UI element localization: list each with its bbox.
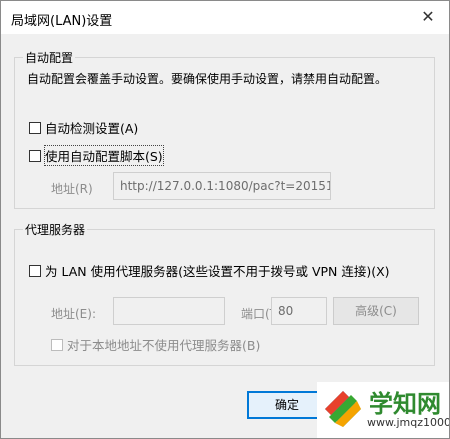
- use-script-label[interactable]: 使用自动配置脚本(S): [44, 145, 164, 166]
- title-bar[interactable]: 局域网(LAN)设置 ✕: [1, 1, 449, 34]
- auto-config-group: 自动配置 自动配置会覆盖手动设置。要确保使用手动设置，请禁用自动配置。 自动检测…: [14, 49, 435, 209]
- lan-settings-dialog: 局域网(LAN)设置 ✕ 自动配置 自动配置会覆盖手动设置。要确保使用手动设置，…: [0, 0, 450, 439]
- use-script-checkbox[interactable]: [29, 149, 41, 162]
- window-title: 局域网(LAN)设置: [11, 14, 113, 29]
- script-address-field[interactable]: http://127.0.0.1:1080/pac?t=201512: [113, 172, 331, 200]
- auto-config-description: 自动配置会覆盖手动设置。要确保使用手动设置，请禁用自动配置。: [27, 72, 388, 86]
- auto-detect-checkbox-row[interactable]: 自动检测设置(A): [29, 118, 138, 137]
- site-watermark: 学知网 www.jmqz1000.com: [317, 382, 449, 438]
- proxy-address-label: 地址(E):: [51, 307, 96, 321]
- proxy-port-field[interactable]: 80: [271, 297, 327, 325]
- use-proxy-checkbox-row[interactable]: 为 LAN 使用代理服务器(这些设置不用于拨号或 VPN 连接)(X): [29, 261, 390, 280]
- bypass-local-checkbox[interactable]: [51, 338, 63, 351]
- auto-detect-label[interactable]: 自动检测设置(A): [45, 118, 138, 137]
- watermark-url: www.jmqz1000.com: [367, 416, 449, 429]
- proxy-server-group: 代理服务器 为 LAN 使用代理服务器(这些设置不用于拨号或 VPN 连接)(X…: [14, 221, 435, 366]
- ok-button[interactable]: 确定: [247, 391, 327, 419]
- proxy-server-group-label: 代理服务器: [23, 221, 88, 238]
- use-proxy-checkbox[interactable]: [29, 264, 41, 277]
- advanced-button[interactable]: 高级(C): [333, 297, 419, 325]
- close-icon[interactable]: ✕: [415, 5, 441, 29]
- bypass-local-label[interactable]: 对于本地地址不使用代理服务器(B): [67, 335, 260, 354]
- auto-config-group-label: 自动配置: [23, 49, 76, 66]
- use-script-checkbox-row[interactable]: 使用自动配置脚本(S): [29, 145, 164, 166]
- bypass-local-checkbox-row[interactable]: 对于本地地址不使用代理服务器(B): [51, 335, 260, 354]
- use-proxy-label[interactable]: 为 LAN 使用代理服务器(这些设置不用于拨号或 VPN 连接)(X): [45, 261, 390, 280]
- proxy-address-field[interactable]: [113, 297, 225, 325]
- watermark-logo-icon: [325, 391, 361, 427]
- script-address-label: 地址(R): [51, 182, 93, 196]
- watermark-title: 学知网: [369, 390, 441, 418]
- auto-detect-checkbox[interactable]: [29, 121, 41, 134]
